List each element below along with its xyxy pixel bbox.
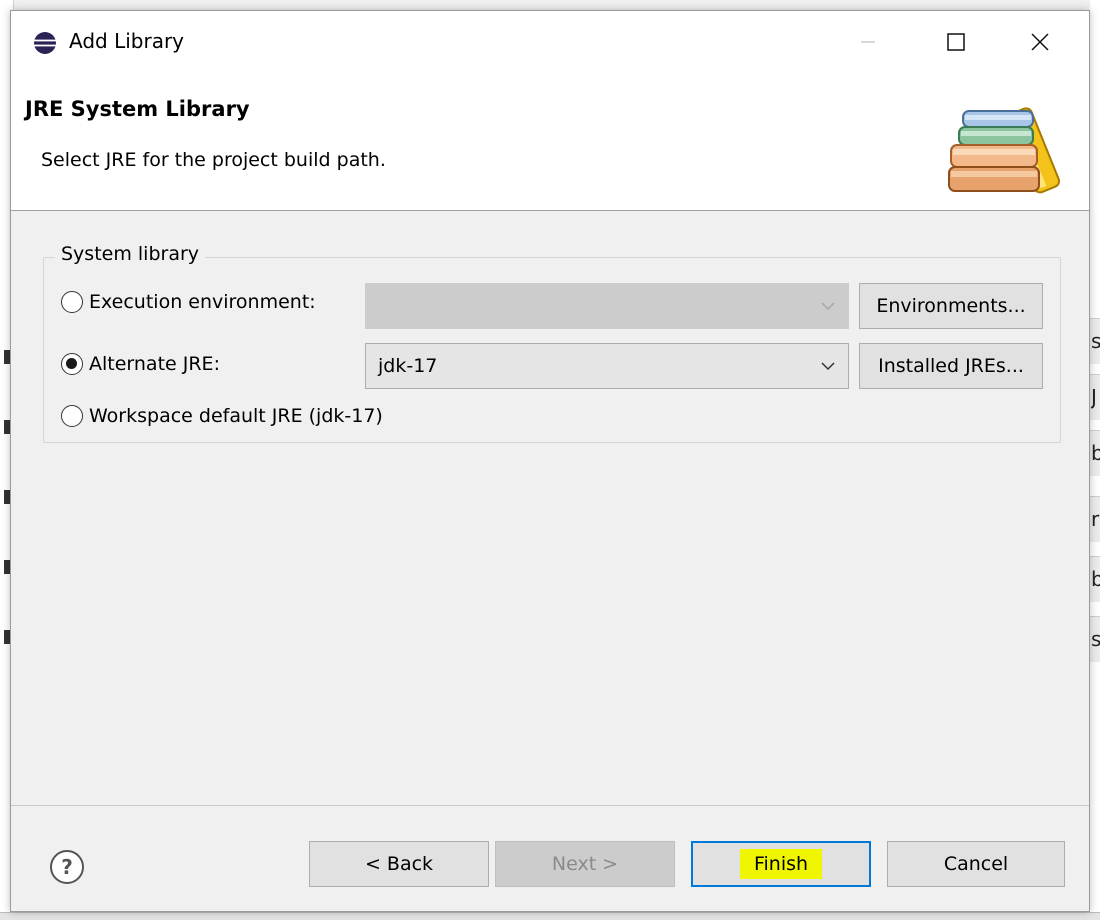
- footer-separator: [11, 805, 1089, 806]
- background-glyph: b: [1091, 567, 1100, 591]
- finish-label: Finish: [739, 849, 823, 879]
- eclipse-icon: [34, 32, 56, 54]
- cancel-button[interactable]: Cancel: [887, 841, 1065, 887]
- svg-text:?: ?: [61, 855, 73, 879]
- maximize-icon: [947, 33, 965, 51]
- maximize-button[interactable]: [917, 11, 995, 73]
- execution-environment-label: Execution environment:: [89, 291, 316, 313]
- chevron-down-icon: [808, 284, 848, 328]
- background-cell: J: [1090, 374, 1100, 420]
- background-cell: r: [1090, 496, 1100, 542]
- alternate-jre-select[interactable]: jdk-17: [365, 343, 849, 389]
- alternate-jre-radio[interactable]: Alternate JRE:: [61, 353, 220, 375]
- background-glyph: r: [1091, 507, 1100, 531]
- close-button[interactable]: [1001, 11, 1079, 73]
- environments-button[interactable]: Environments...: [859, 283, 1043, 329]
- chevron-down-icon: [808, 344, 848, 388]
- background-cell: b: [1090, 556, 1100, 602]
- background-cell: b: [1090, 430, 1100, 476]
- page-title: JRE System Library: [25, 97, 250, 121]
- title-bar[interactable]: Add Library: [11, 11, 1089, 73]
- close-icon: [1031, 33, 1049, 51]
- alternate-jre-value: jdk-17: [378, 355, 438, 377]
- radio-unchecked-icon[interactable]: [61, 291, 83, 313]
- execution-environment-radio[interactable]: Execution environment:: [61, 291, 316, 313]
- alternate-jre-label: Alternate JRE:: [89, 353, 220, 375]
- help-icon[interactable]: ?: [49, 849, 85, 885]
- background-window-right: s J b r b s: [1090, 0, 1100, 920]
- workspace-default-jre-label: Workspace default JRE (jdk-17): [89, 405, 383, 427]
- background-cell: s: [1090, 616, 1100, 662]
- radio-checked-icon[interactable]: [61, 353, 83, 375]
- minimize-button[interactable]: [829, 11, 907, 73]
- page-description: Select JRE for the project build path.: [41, 149, 386, 171]
- back-button[interactable]: < Back: [309, 841, 489, 887]
- background-window-bottom: [0, 912, 1100, 920]
- wizard-header: JRE System Library Select JRE for the pr…: [11, 73, 1089, 211]
- background-cell: s: [1090, 318, 1100, 364]
- minimize-icon: [861, 41, 875, 43]
- radio-unchecked-icon[interactable]: [61, 405, 83, 427]
- window-title: Add Library: [69, 29, 185, 53]
- finish-button[interactable]: Finish: [691, 841, 871, 887]
- next-button[interactable]: Next >: [495, 841, 675, 887]
- background-glyph: J: [1091, 385, 1097, 409]
- installed-jres-button[interactable]: Installed JREs...: [859, 343, 1043, 389]
- workspace-default-jre-radio[interactable]: Workspace default JRE (jdk-17): [61, 405, 383, 427]
- background-glyph: s: [1091, 329, 1100, 353]
- group-label: System library: [55, 243, 206, 265]
- add-library-dialog: Add Library JRE System Library Select JR…: [10, 10, 1090, 912]
- background-glyph: b: [1091, 441, 1100, 465]
- background-glyph: s: [1091, 627, 1100, 651]
- library-books-icon: [948, 107, 1061, 194]
- execution-environment-select[interactable]: [365, 283, 849, 329]
